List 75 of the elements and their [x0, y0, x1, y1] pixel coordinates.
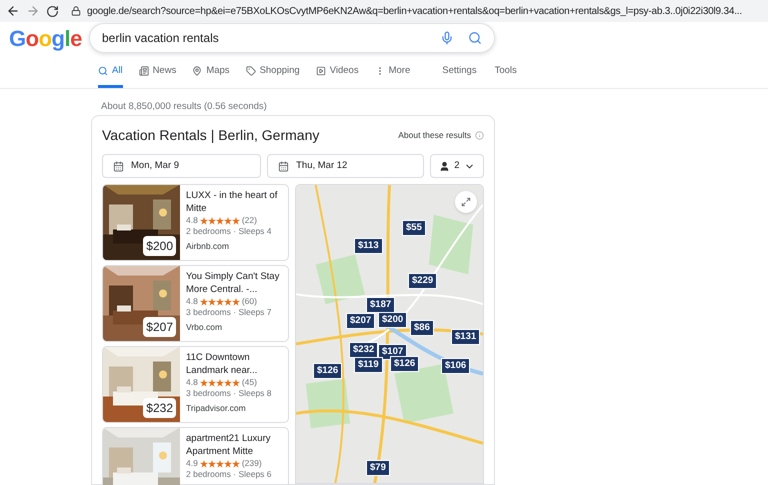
price-pin[interactable]: $106: [441, 358, 470, 374]
price-pin[interactable]: $126: [313, 363, 342, 379]
calendar-icon: [278, 160, 290, 172]
price-pin[interactable]: $119: [354, 357, 383, 373]
rating-value: 4.9: [186, 458, 198, 469]
tab[interactable]: More: [374, 64, 410, 88]
check-in-field[interactable]: Mon, Mar 9: [102, 154, 262, 178]
calendar-icon: [113, 160, 124, 172]
newspaper-icon: [138, 66, 149, 76]
pin-icon: [192, 66, 202, 76]
review-count: (60): [242, 296, 257, 307]
url-text[interactable]: google.de/search?source=hp&ei=e75BXoLKOsCvytMP6eKN2Aw&q=berlin+vacation+rentals&oq=berlin+vacation+rentals&gs_l=psy-ab.3..0j0i22i30l9.34...: [87, 4, 742, 18]
rating-value: 4.8: [186, 296, 198, 307]
listing-card[interactable]: $207 You Simply Can't Stay More Central. -... 4.8 (60) 3 bedrooms · Sleeps 7 Vrbo.com: [102, 265, 289, 342]
microphone-icon[interactable]: [440, 31, 454, 45]
review-count: (22): [242, 215, 257, 226]
rating-value: 4.8: [186, 215, 198, 226]
reload-icon[interactable]: [46, 4, 59, 18]
search-field[interactable]: berlin vacation rentals: [89, 23, 495, 53]
listing-details: 3 bedrooms · Sleeps 7: [186, 307, 273, 318]
price-pin[interactable]: $55: [402, 220, 426, 236]
check-out-field[interactable]: Thu, Mar 12: [267, 154, 424, 178]
play-icon: [316, 66, 326, 76]
tab[interactable]: News: [138, 64, 176, 88]
listing-title[interactable]: apartment21 Luxury Apartment Mitte: [186, 432, 288, 458]
listing-source: Tripadvisor.com: [186, 403, 247, 414]
review-count: (239): [242, 458, 262, 469]
person-icon: [439, 160, 450, 172]
tab[interactable]: Videos: [316, 64, 359, 88]
price-pin[interactable]: $131: [451, 329, 480, 345]
price-pin[interactable]: $86: [410, 320, 434, 336]
price-pin[interactable]: $187: [366, 297, 396, 313]
search-icon: [98, 66, 108, 76]
listing-details: 2 bedrooms · Sleeps 6: [186, 469, 273, 480]
back-icon[interactable]: [6, 4, 20, 18]
card-title: Vacation Rentals | Berlin, Germany: [102, 126, 320, 145]
price-pin[interactable]: $207: [346, 313, 376, 329]
price-pin[interactable]: $229: [408, 273, 438, 289]
price-tag: $200: [143, 236, 176, 256]
guests-dropdown[interactable]: 2: [430, 154, 484, 178]
price-pin[interactable]: $113: [354, 238, 383, 254]
tab[interactable]: Maps: [192, 64, 230, 88]
search-icon[interactable]: [468, 31, 482, 45]
google-logo[interactable]: Google: [9, 22, 79, 54]
info-icon[interactable]: [475, 131, 484, 140]
about-link[interactable]: About these results: [398, 129, 471, 142]
listing-source: Airbnb.com: [186, 241, 230, 252]
listing-card[interactable]: $232 11C Downtown Landmark near... 4.8 (45) 3 bedrooms · Sleeps 8 Tripadvisor.com: [102, 346, 289, 423]
price-pin[interactable]: $126: [390, 356, 420, 372]
tag-icon: [246, 66, 256, 76]
forward-icon[interactable]: [26, 4, 40, 18]
listing-details: 2 bedrooms · Sleeps 4: [186, 226, 273, 237]
map[interactable]: $55 $113 $229 $187 $207 $200 $86 $131 $232 $107 $119 $126 $126 $106 $79: [295, 184, 484, 484]
price-tag: $207: [143, 317, 176, 337]
price-pin[interactable]: $232: [349, 342, 378, 358]
lock-icon: [71, 6, 81, 16]
tool-link[interactable]: Tools: [494, 64, 517, 78]
price-tag: $232: [143, 398, 176, 418]
rating-value: 4.8: [186, 377, 198, 388]
review-count: (45): [242, 377, 257, 388]
listing-details: 3 bedrooms · Sleeps 8: [186, 388, 273, 399]
expand-icon: [461, 197, 471, 207]
listing-title[interactable]: 11C Downtown Landmark near...: [186, 351, 288, 377]
listing-card[interactable]: $200 LUXX - in the heart of Mitte 4.8 (22) 2 bedrooms · Sleeps 4 Airbnb.com: [102, 184, 289, 261]
tab[interactable]: Shopping: [246, 64, 300, 88]
listing-title[interactable]: You Simply Can't Stay More Central. -...: [186, 270, 288, 296]
search-query: berlin vacation rentals: [102, 30, 220, 47]
listing-source: Vrbo.com: [186, 322, 224, 333]
result-stats: About 8,850,000 results (0.56 seconds): [101, 101, 267, 112]
price-pin[interactable]: $200: [378, 312, 408, 328]
listing-card[interactable]: apartment21 Luxury Apartment Mitte 4.9 (239) 2 bedrooms · Sleeps 6: [102, 427, 289, 485]
listing-title[interactable]: LUXX - in the heart of Mitte: [186, 189, 288, 215]
tab[interactable]: All: [98, 64, 123, 88]
tool-link[interactable]: Settings: [442, 64, 477, 78]
price-pin[interactable]: $79: [366, 460, 390, 476]
